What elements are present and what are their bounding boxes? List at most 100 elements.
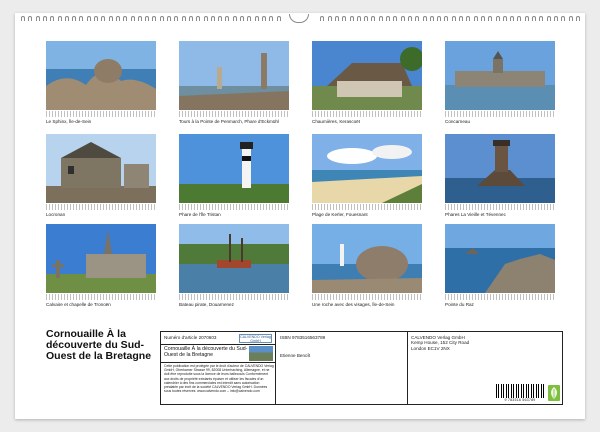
barcode-number: 9 783516 563789: [504, 398, 536, 402]
binding-ring: [174, 16, 179, 21]
mini-calendar-strip: [312, 294, 422, 300]
binding-ring: [35, 16, 40, 21]
binding-ring: [57, 16, 62, 21]
binding-ring: [349, 16, 354, 21]
binding-ring: [371, 16, 376, 21]
month-photo: [46, 134, 156, 203]
binding-ring: [561, 16, 566, 21]
month-photo-cell: Chaumières, Kerascoët: [312, 41, 422, 125]
binding-ring: [159, 16, 164, 21]
binding-ring: [342, 16, 347, 21]
month-photo-cell: Plage de Kerler, Fouesnant: [312, 134, 422, 218]
binding-ring: [108, 16, 113, 21]
binding-ring: [79, 16, 84, 21]
publisher-address: CALVENDO Verlag GmbH Kemp House, 152 Cit…: [411, 335, 469, 351]
binding-ring: [86, 16, 91, 21]
mini-calendar-strip: [46, 111, 156, 117]
binding-ring: [152, 16, 157, 21]
binding-ring: [123, 16, 128, 21]
photo-caption: Calvaire et chapelle de Tronoën: [46, 302, 111, 307]
month-photo-cell: Calvaire et chapelle de Tronoën: [46, 224, 156, 308]
month-photo: [312, 134, 422, 203]
photo-caption: Phares La Vieille et Tévennec: [445, 212, 506, 217]
binding-ring: [466, 16, 471, 21]
month-photo-cell: Une roche avec des visages, Île-de-Sein: [312, 224, 422, 308]
binding-ring: [415, 16, 420, 21]
photo-caption: Bateau pirate, Douarnenez: [179, 302, 234, 307]
barcode: [496, 384, 544, 398]
binding-ring: [203, 16, 208, 21]
binding-ring: [488, 16, 493, 21]
binding-ring: [553, 16, 558, 21]
binding-ring: [218, 16, 223, 21]
mini-calendar-strip: [179, 204, 289, 210]
binding-ring: [72, 16, 77, 21]
binding-ring: [502, 16, 507, 21]
photo-caption: Plage de Kerler, Fouesnant: [312, 212, 368, 217]
binding-ring: [64, 16, 69, 21]
binding-ring: [386, 16, 390, 21]
month-photo: [46, 41, 156, 110]
mini-calendar-strip: [312, 204, 422, 210]
binding-ring: [50, 16, 55, 21]
binding-ring: [181, 16, 186, 21]
month-photo: [312, 224, 422, 293]
divider: [161, 344, 275, 345]
mini-calendar-strip: [445, 294, 555, 300]
info-column-publisher: CALVENDO Verlag GmbH Kemp House, 152 Cit…: [407, 332, 562, 404]
binding-ring: [546, 16, 551, 21]
info-column-product: Numéro d'article 2070603 CALVENDO Verlag…: [161, 332, 276, 404]
publisher-line: London EC1V 2NX: [411, 345, 450, 351]
month-photo: [445, 134, 555, 203]
spiral-binding: [15, 14, 585, 24]
legal-notice: Cette publication est protégée par le dr…: [164, 364, 274, 394]
binding-ring: [269, 16, 274, 21]
month-photo: [179, 134, 289, 203]
info-column-author: ISBN 9783516563789 Etienne Benoît: [276, 332, 407, 404]
binding-ring: [517, 16, 522, 21]
mini-calendar-strip: [312, 111, 422, 117]
month-photo: [179, 224, 289, 293]
binding-ring: [568, 16, 573, 21]
isbn: ISBN 9783516563789: [280, 335, 326, 340]
fsc-leaf-icon: [548, 385, 560, 401]
binding-ring: [334, 16, 339, 21]
month-photo-cell: Tours à la Pointe de Penmarch, Phare d'E…: [179, 41, 289, 125]
calvendo-logo: CALVENDO Verlag GmbH: [239, 334, 272, 343]
binding-ring: [510, 16, 515, 21]
binding-ring: [225, 16, 230, 21]
hanger-hook: [289, 14, 309, 23]
binding-ring: [130, 16, 135, 21]
photo-caption: Une roche avec des visages, Île-de-Sein: [312, 302, 395, 307]
binding-ring: [101, 16, 106, 21]
binding-ring: [429, 16, 434, 21]
binding-ring: [539, 16, 544, 21]
binding-ring: [145, 16, 150, 21]
photo-caption: Pointe du Raz: [445, 302, 474, 307]
divider: [161, 362, 275, 363]
month-photo: [445, 224, 555, 293]
binding-ring: [167, 16, 171, 21]
binding-ring: [400, 16, 405, 21]
binding-ring: [137, 16, 142, 21]
binding-ring: [188, 16, 193, 21]
binding-ring: [240, 16, 244, 21]
photo-caption: Tours à la Pointe de Penmarch, Phare d'E…: [179, 119, 279, 124]
binding-ring: [94, 16, 98, 21]
binding-ring: [115, 16, 120, 21]
author: Etienne Benoît: [280, 353, 311, 358]
binding-ring: [247, 16, 252, 21]
month-photo: [312, 41, 422, 110]
article-number: Numéro d'article 2070603: [164, 335, 217, 340]
binding-ring: [422, 16, 427, 21]
month-photo-cell: Locronan: [46, 134, 156, 218]
month-photo-cell: Pointe du Raz: [445, 224, 555, 308]
photo-caption: Chaumières, Kerascoët: [312, 119, 361, 124]
month-photo-cell: Bateau pirate, Douarnenez: [179, 224, 289, 308]
month-photo-cell: Le Sphinx, Île-de-Sein: [46, 41, 156, 125]
binding-ring: [532, 16, 536, 21]
binding-ring: [276, 16, 281, 21]
binding-ring: [254, 16, 259, 21]
binding-ring: [451, 16, 456, 21]
binding-ring: [28, 16, 33, 21]
